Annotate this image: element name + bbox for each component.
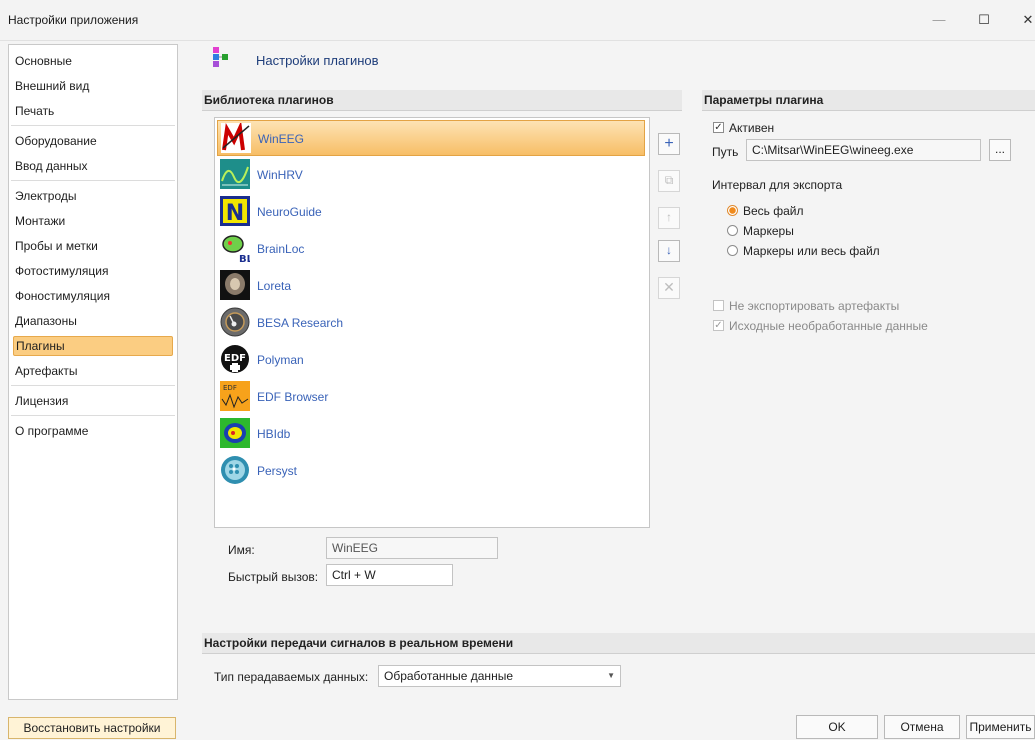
data-type-label: Тип перадаваемых данных: bbox=[214, 670, 369, 684]
raw-data-label: Исходные необработанные данные bbox=[729, 319, 928, 333]
nav-divider bbox=[11, 415, 175, 416]
plugin-item-loreta[interactable]: Loreta bbox=[217, 268, 645, 304]
chevron-down-icon: ▼ bbox=[607, 671, 615, 680]
nav-item-general[interactable]: Основные bbox=[13, 51, 173, 71]
window-title: Настройки приложения bbox=[8, 13, 139, 27]
winhrv-icon bbox=[220, 159, 250, 189]
radio-markers[interactable] bbox=[727, 225, 738, 236]
nav-item-phonostimulation[interactable]: Фоностимуляция bbox=[13, 286, 173, 306]
plugin-name: Polyman bbox=[257, 353, 304, 367]
export-interval-label: Интервал для экспорта bbox=[712, 178, 843, 192]
active-checkbox[interactable]: ✓ bbox=[713, 122, 724, 133]
plugins-settings-icon bbox=[213, 47, 228, 67]
nav-item-license[interactable]: Лицензия bbox=[13, 391, 173, 411]
plugin-name: WinHRV bbox=[257, 168, 303, 182]
settings-nav: Основные Внешний вид Печать Оборудование… bbox=[8, 44, 178, 700]
besa-icon bbox=[220, 307, 250, 337]
name-label: Имя: bbox=[228, 543, 255, 557]
title-bar: Настройки приложения — ☐ ✕ bbox=[0, 0, 1035, 41]
plugin-name-field[interactable]: WinEEG bbox=[326, 537, 498, 559]
radio-markers-or-whole-label: Маркеры или весь файл bbox=[743, 244, 880, 258]
path-field[interactable]: C:\Mitsar\WinEEG\wineeg.exe bbox=[746, 139, 981, 161]
data-type-value: Обработанные данные bbox=[384, 669, 513, 683]
plugin-list[interactable]: WinEEG WinHRV N NeuroGuide BL BrainLoc L… bbox=[214, 117, 650, 528]
delete-plugin-button[interactable]: ✕ bbox=[658, 277, 680, 299]
nav-item-photostimulation[interactable]: Фотостимуляция bbox=[13, 261, 173, 281]
page-title: Настройки плагинов bbox=[256, 53, 379, 68]
plugin-name: Persyst bbox=[257, 464, 298, 478]
path-label: Путь bbox=[712, 145, 739, 159]
radio-whole-file-label: Весь файл bbox=[743, 204, 804, 218]
raw-data-checkbox[interactable]: ✓ bbox=[713, 320, 724, 331]
add-plugin-button[interactable]: + bbox=[658, 133, 680, 155]
nav-divider bbox=[11, 125, 175, 126]
plugin-name: BESA Research bbox=[257, 316, 344, 330]
browse-button[interactable]: ... bbox=[989, 139, 1011, 161]
plugin-name: NeuroGuide bbox=[257, 205, 322, 219]
edf-browser-icon: EDF bbox=[220, 381, 250, 411]
nav-item-about[interactable]: О программе bbox=[13, 421, 173, 441]
nav-item-trials-marks[interactable]: Пробы и метки bbox=[13, 236, 173, 256]
svg-text:EDF: EDF bbox=[224, 353, 246, 364]
plugin-item-besa[interactable]: BESA Research bbox=[217, 305, 645, 341]
data-type-select[interactable]: Обработанные данные ▼ bbox=[378, 665, 621, 687]
hotkey-field[interactable]: Ctrl + W bbox=[326, 564, 453, 586]
maximize-button[interactable]: ☐ bbox=[962, 0, 1006, 40]
plugin-name: HBIdb bbox=[257, 427, 291, 441]
wineeg-icon bbox=[221, 123, 251, 153]
plugin-item-winhrv[interactable]: WinHRV bbox=[217, 157, 645, 193]
copy-plugin-button[interactable]: ⧉ bbox=[658, 170, 680, 192]
loreta-icon bbox=[220, 270, 250, 300]
restore-settings-button[interactable]: Восстановить настройки bbox=[8, 717, 176, 739]
ok-button[interactable]: OK bbox=[796, 715, 878, 739]
apply-button[interactable]: Применить bbox=[966, 715, 1035, 739]
plugin-item-polyman[interactable]: EDF Polyman bbox=[217, 342, 645, 378]
active-label: Активен bbox=[729, 121, 775, 135]
svg-text:EDF: EDF bbox=[223, 384, 237, 392]
move-up-button[interactable]: ↑ bbox=[658, 207, 680, 229]
plugin-item-hbidb[interactable]: HBIdb bbox=[217, 416, 645, 452]
radio-markers-or-whole[interactable] bbox=[727, 245, 738, 256]
nav-item-data-input[interactable]: Ввод данных bbox=[13, 156, 173, 176]
plugin-item-brainloc[interactable]: BL BrainLoc bbox=[217, 231, 645, 267]
plugin-name: WinEEG bbox=[258, 132, 305, 146]
nav-item-hardware[interactable]: Оборудование bbox=[13, 131, 173, 151]
neuroguide-icon: N bbox=[220, 196, 250, 226]
hotkey-label: Быстрый вызов: bbox=[228, 570, 319, 584]
plugin-item-edf-browser[interactable]: EDF EDF Browser bbox=[217, 379, 645, 415]
persyst-icon bbox=[221, 456, 249, 484]
cancel-button[interactable]: Отмена bbox=[884, 715, 960, 739]
plugin-item-neuroguide[interactable]: N NeuroGuide bbox=[217, 194, 645, 230]
plugin-params-header: Параметры плагина bbox=[702, 90, 1035, 111]
nav-item-artifacts[interactable]: Артефакты bbox=[13, 361, 173, 381]
plugin-item-wineeg[interactable]: WinEEG bbox=[217, 120, 645, 156]
radio-markers-label: Маркеры bbox=[743, 224, 794, 238]
polyman-icon: EDF bbox=[221, 345, 249, 373]
realtime-header: Настройки передачи сигналов в реальном в… bbox=[202, 633, 1035, 654]
svg-text:BL: BL bbox=[239, 254, 250, 263]
plugin-library-header: Библиотека плагинов bbox=[202, 90, 682, 111]
move-down-button[interactable]: ↓ bbox=[658, 240, 680, 262]
nav-item-plugins[interactable]: Плагины bbox=[13, 336, 173, 356]
nav-item-ranges[interactable]: Диапазоны bbox=[13, 311, 173, 331]
close-button[interactable]: ✕ bbox=[1006, 0, 1035, 40]
minimize-button[interactable]: — bbox=[917, 0, 961, 40]
plugin-name: BrainLoc bbox=[257, 242, 305, 256]
nav-item-electrodes[interactable]: Электроды bbox=[13, 186, 173, 206]
plugin-item-persyst[interactable]: Persyst bbox=[217, 453, 645, 489]
nav-divider bbox=[11, 180, 175, 181]
hbidb-icon bbox=[220, 418, 250, 448]
no-artifacts-checkbox[interactable] bbox=[713, 300, 724, 311]
svg-text:N: N bbox=[226, 201, 244, 226]
nav-item-appearance[interactable]: Внешний вид bbox=[13, 76, 173, 96]
no-artifacts-label: Не экспортировать артефакты bbox=[729, 299, 900, 313]
radio-whole-file[interactable] bbox=[727, 205, 738, 216]
nav-item-print[interactable]: Печать bbox=[13, 101, 173, 121]
plugin-name: Loreta bbox=[257, 279, 292, 293]
brainloc-icon: BL bbox=[222, 235, 250, 263]
nav-divider bbox=[11, 385, 175, 386]
plugin-name: EDF Browser bbox=[257, 390, 329, 404]
nav-item-montages[interactable]: Монтажи bbox=[13, 211, 173, 231]
